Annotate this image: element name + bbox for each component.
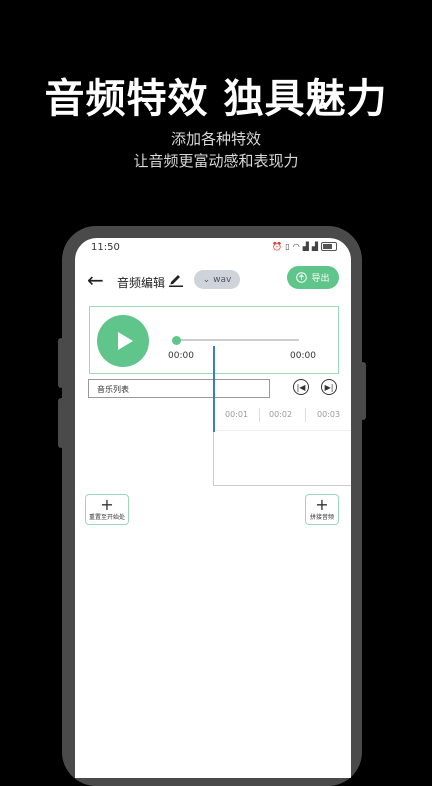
reset-start-label: 重置至开始处 bbox=[88, 514, 125, 521]
play-button[interactable] bbox=[97, 315, 149, 367]
signal-icon: ▟ bbox=[302, 242, 309, 251]
edit-pencil-icon[interactable] bbox=[169, 271, 183, 287]
back-arrow-icon[interactable]: ← bbox=[87, 268, 104, 292]
splice-audio-label: 拼接音频 bbox=[309, 514, 334, 521]
plus-icon: + bbox=[315, 495, 329, 514]
timeline-ruler: 00:01 00:02 00:03 bbox=[213, 408, 351, 424]
status-time: 11:50 bbox=[91, 242, 120, 253]
audio-track-lane[interactable] bbox=[213, 430, 351, 486]
total-time: 00:00 bbox=[290, 351, 316, 361]
export-label: 导出 bbox=[311, 274, 330, 284]
signal-icon: ▟ bbox=[311, 242, 318, 251]
splice-audio-button[interactable]: + 拼接音频 bbox=[305, 494, 339, 525]
page-title: 音频编辑 bbox=[117, 276, 166, 290]
alarm-icon: ⏰ bbox=[272, 242, 283, 251]
promo-subtitle-1: 添加各种特效 bbox=[170, 130, 261, 148]
timeline-tick: 00:02 bbox=[269, 410, 293, 419]
phone-screen: 11:50 ⏰ ▯ ◠ ▟ ▟ ← 音频编辑 ⌄ wav 导出 00:00 00… bbox=[75, 238, 351, 778]
timeline-tick: 00:03 bbox=[317, 410, 341, 419]
vibrate-icon: ▯ bbox=[285, 242, 290, 251]
skip-to-start-icon[interactable]: |◀ bbox=[293, 379, 309, 395]
status-bar: 11:50 ⏰ ▯ ◠ ▟ ▟ bbox=[91, 242, 337, 258]
timeline-tick: 00:01 bbox=[225, 410, 249, 419]
promo-subtitle-2: 让音频更富动感和表现力 bbox=[133, 152, 299, 170]
phone-volume-button bbox=[58, 398, 64, 448]
plus-icon: + bbox=[100, 495, 114, 514]
progress-knob[interactable] bbox=[172, 336, 181, 345]
format-value: wav bbox=[213, 274, 232, 285]
app-bar: ← 音频编辑 ⌄ wav 导出 bbox=[75, 266, 351, 298]
promo-headline: 音频特效 独具魅力 bbox=[44, 76, 388, 122]
format-dropdown[interactable]: ⌄ wav bbox=[194, 270, 240, 289]
upload-icon bbox=[296, 272, 308, 283]
music-list-box[interactable]: 音乐列表 bbox=[88, 379, 270, 398]
battery-icon bbox=[321, 242, 337, 251]
wifi-icon: ◠ bbox=[292, 242, 300, 251]
current-time: 00:00 bbox=[168, 351, 194, 361]
reset-start-button[interactable]: + 重置至开始处 bbox=[85, 494, 129, 525]
chevron-down-icon: ⌄ bbox=[202, 274, 211, 285]
skip-to-end-icon[interactable]: ▶| bbox=[321, 379, 337, 395]
phone-volume-button bbox=[58, 338, 64, 388]
progress-track[interactable] bbox=[177, 339, 299, 341]
timeline-playhead[interactable] bbox=[213, 346, 215, 432]
phone-power-button bbox=[360, 362, 366, 420]
export-button[interactable]: 导出 bbox=[287, 266, 339, 289]
